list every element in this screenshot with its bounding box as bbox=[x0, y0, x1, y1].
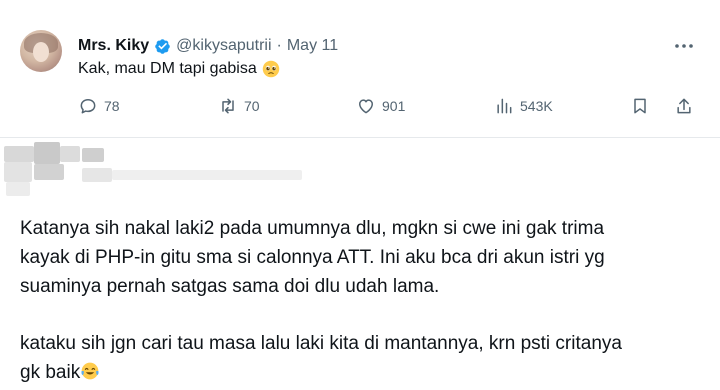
author-handle[interactable]: @kikysaputrii bbox=[176, 37, 271, 55]
repost-button[interactable]: 70 bbox=[218, 96, 260, 116]
view-count: 543K bbox=[520, 98, 553, 114]
repost-icon bbox=[222, 98, 234, 114]
redaction-block bbox=[4, 146, 34, 162]
redaction-block bbox=[6, 182, 30, 196]
bookmark-button[interactable] bbox=[630, 96, 650, 116]
like-count: 901 bbox=[382, 98, 406, 114]
reply-icon bbox=[80, 99, 96, 114]
reply-line-text: gk baik bbox=[20, 362, 81, 383]
redaction-block bbox=[82, 148, 104, 162]
reply-line: suaminya pernah satgas sama doi dlu udah… bbox=[20, 276, 440, 297]
views-chart-icon bbox=[497, 98, 512, 114]
reply-text: Katanya sih nakal laki2 pada umumnya dlu… bbox=[20, 214, 710, 387]
tweet-card[interactable]: Mrs. Kiky @kikysaputrii · May 11 Kak, ma… bbox=[0, 0, 720, 138]
views-button[interactable]: 543K bbox=[494, 96, 553, 116]
like-button[interactable]: 901 bbox=[356, 96, 405, 116]
tears-of-joy-emoji-icon bbox=[81, 362, 99, 380]
redaction-block bbox=[60, 146, 80, 162]
reply-line: kayak di PHP-in gitu sma si calonnya ATT… bbox=[20, 247, 605, 268]
reply-button[interactable]: 78 bbox=[78, 96, 120, 116]
reply-header-redacted bbox=[0, 140, 720, 200]
avatar-face bbox=[33, 42, 49, 62]
redaction-block bbox=[34, 142, 60, 164]
reply-count: 78 bbox=[104, 98, 120, 114]
reply-line: kataku sih jgn cari tau masa lalu laki k… bbox=[20, 333, 622, 354]
tweet-text-content: Kak, mau DM tapi gabisa bbox=[78, 60, 257, 77]
reply-line-last: gk baik bbox=[20, 358, 710, 387]
more-options-icon[interactable] bbox=[672, 34, 696, 58]
verified-badge-icon bbox=[155, 38, 170, 54]
tweet-date[interactable]: May 11 bbox=[287, 37, 338, 55]
separator-dot: · bbox=[276, 37, 282, 54]
pleading-face-emoji-icon bbox=[262, 60, 279, 78]
repost-count: 70 bbox=[244, 98, 260, 114]
redaction-block bbox=[112, 170, 302, 180]
heart-icon bbox=[359, 99, 373, 114]
redaction-block bbox=[34, 164, 64, 180]
author-name[interactable]: Mrs. Kiky bbox=[78, 37, 149, 55]
redaction-block bbox=[82, 168, 112, 182]
redaction-block bbox=[4, 162, 32, 182]
bookmark-icon bbox=[634, 98, 646, 114]
share-icon bbox=[677, 98, 691, 114]
tweet-header: Mrs. Kiky @kikysaputrii · May 11 bbox=[78, 35, 338, 57]
tweet-text: Kak, mau DM tapi gabisa bbox=[78, 60, 280, 78]
reply-line: Katanya sih nakal laki2 pada umumnya dlu… bbox=[20, 218, 605, 239]
tweet-actions: 78 70 901 543K bbox=[78, 96, 698, 120]
share-button[interactable] bbox=[674, 96, 694, 116]
author-avatar[interactable] bbox=[20, 30, 62, 72]
